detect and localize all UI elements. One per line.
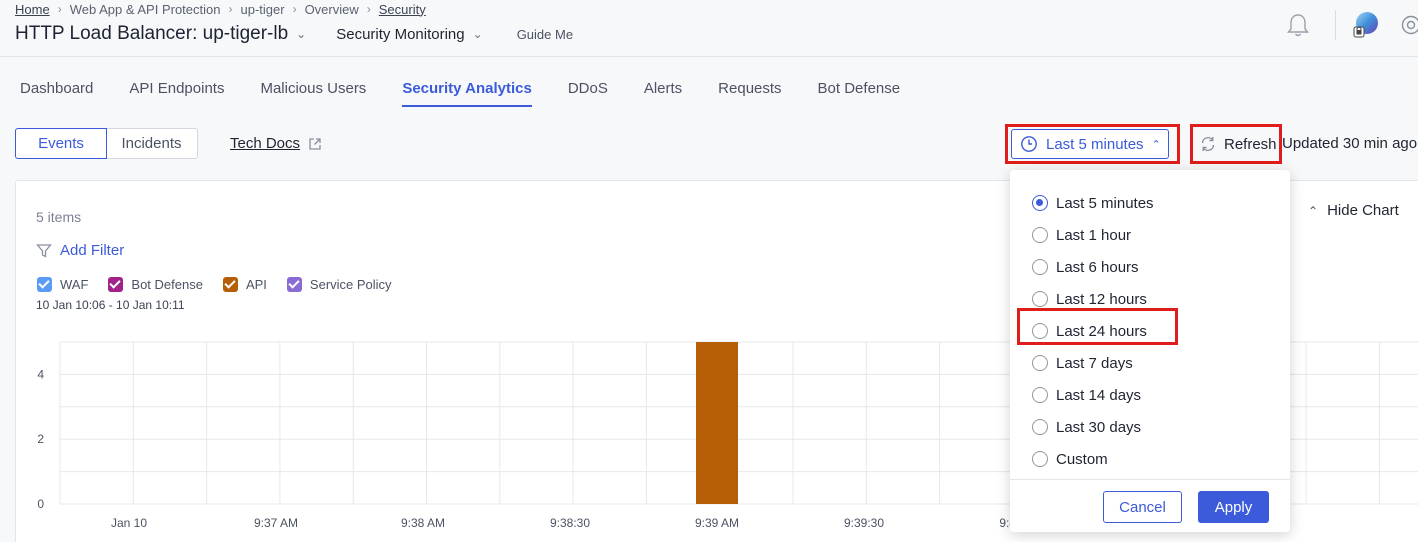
chevron-right-icon: › bbox=[292, 2, 297, 16]
x-tick-label: 9:38:30 bbox=[550, 516, 590, 530]
y-tick-label: 4 bbox=[37, 367, 44, 381]
chevron-right-icon: › bbox=[228, 2, 233, 16]
y-tick-label: 0 bbox=[37, 497, 44, 511]
time-range-menu: Last 5 minutes Last 1 hour Last 6 hours … bbox=[1010, 170, 1290, 532]
radio bbox=[1032, 291, 1048, 307]
highlight-box bbox=[1017, 308, 1178, 345]
waf-checkbox[interactable] bbox=[37, 277, 52, 292]
apply-button[interactable]: Apply bbox=[1198, 491, 1269, 523]
divider bbox=[1335, 10, 1336, 40]
api-checkbox[interactable] bbox=[222, 277, 238, 292]
cancel-button[interactable]: Cancel bbox=[1103, 491, 1182, 523]
option-last-30-days[interactable]: Last 30 days bbox=[1032, 411, 1154, 443]
option-label: Last 14 days bbox=[1056, 386, 1142, 404]
legend-item-bot-defense[interactable]: Bot Defense bbox=[108, 277, 203, 292]
option-label: Last 1 hour bbox=[1056, 226, 1132, 244]
option-label: Last 7 days bbox=[1056, 354, 1133, 372]
legend-label: WAF bbox=[60, 277, 89, 292]
avatar[interactable] bbox=[1350, 10, 1380, 40]
chevron-right-icon: › bbox=[57, 2, 62, 16]
bar-api bbox=[696, 342, 738, 504]
time-range-text: 10 Jan 10:06 - 10 Jan 10:11 bbox=[36, 298, 185, 312]
page-title: HTTP Load Balancer: up-tiger-lb bbox=[15, 23, 289, 44]
option-label: Last 12 hours bbox=[1056, 290, 1147, 308]
radio bbox=[1032, 419, 1048, 435]
option-custom[interactable]: Custom bbox=[1032, 443, 1154, 475]
module-select[interactable]: Security Monitoring ⌄ bbox=[336, 26, 482, 43]
service-policy-checkbox[interactable] bbox=[286, 277, 302, 292]
incidents-toggle[interactable]: Incidents bbox=[106, 129, 197, 158]
chart-legend: WAF Bot Defense API Service Policy bbox=[37, 277, 412, 292]
menu-divider bbox=[1010, 479, 1290, 480]
option-label: Last 5 minutes bbox=[1056, 194, 1154, 212]
legend-label: Bot Defense bbox=[131, 277, 203, 292]
module-select-label: Security Monitoring bbox=[336, 25, 465, 43]
bot-defense-checkbox[interactable] bbox=[108, 277, 124, 292]
radio bbox=[1032, 451, 1048, 467]
tab-api-endpoints[interactable]: API Endpoints bbox=[129, 80, 224, 102]
tech-docs-label: Tech Docs bbox=[230, 135, 301, 152]
tab-alerts[interactable]: Alerts bbox=[644, 80, 682, 102]
help-icon[interactable] bbox=[1400, 14, 1418, 36]
option-label: Last 30 days bbox=[1056, 418, 1142, 436]
tab-requests[interactable]: Requests bbox=[718, 80, 781, 102]
x-tick-label: Jan 10 bbox=[111, 516, 147, 530]
tab-ddos[interactable]: DDoS bbox=[568, 80, 608, 102]
legend-item-service-policy[interactable]: Service Policy bbox=[286, 277, 392, 292]
last-updated-text: Updated 30 min ago bbox=[1282, 135, 1418, 152]
view-toggle: Events Incidents bbox=[15, 128, 198, 159]
chevron-right-icon: › bbox=[366, 2, 371, 16]
legend-item-waf[interactable]: WAF bbox=[37, 277, 88, 292]
option-last-14-days[interactable]: Last 14 days bbox=[1032, 379, 1154, 411]
filter-icon bbox=[36, 243, 52, 258]
guide-me-link[interactable]: Guide Me bbox=[517, 27, 573, 42]
tab-malicious-users[interactable]: Malicious Users bbox=[260, 80, 366, 102]
option-label: Last 6 hours bbox=[1056, 258, 1139, 276]
chevron-down-icon[interactable]: ⌄ bbox=[296, 27, 306, 41]
radio bbox=[1032, 355, 1048, 371]
add-filter-button[interactable]: Add Filter bbox=[36, 242, 124, 259]
y-tick-label: 2 bbox=[37, 432, 44, 446]
radio bbox=[1032, 227, 1048, 243]
breadcrumb-namespace[interactable]: up-tiger bbox=[240, 2, 284, 17]
events-toggle[interactable]: Events bbox=[15, 128, 107, 159]
hide-chart-button[interactable]: ⌃ Hide Chart bbox=[1308, 202, 1399, 219]
option-last-1-hour[interactable]: Last 1 hour bbox=[1032, 219, 1154, 251]
bell-icon[interactable] bbox=[1283, 10, 1313, 40]
add-filter-label: Add Filter bbox=[60, 242, 125, 259]
hide-chart-label: Hide Chart bbox=[1327, 202, 1399, 219]
tab-dashboard[interactable]: Dashboard bbox=[20, 80, 93, 102]
external-link-icon bbox=[309, 137, 321, 150]
x-tick-label: 9:39:30 bbox=[844, 516, 884, 530]
option-last-5-minutes[interactable]: Last 5 minutes bbox=[1032, 187, 1154, 219]
highlight-box bbox=[1005, 124, 1180, 164]
header-divider bbox=[0, 56, 1418, 57]
radio bbox=[1032, 259, 1048, 275]
tab-bar: Dashboard API Endpoints Malicious Users … bbox=[20, 80, 936, 107]
x-tick-label: 9:37 AM bbox=[254, 516, 298, 530]
chevron-down-icon: ⌄ bbox=[472, 27, 483, 41]
highlight-box bbox=[1190, 124, 1282, 164]
radio bbox=[1032, 387, 1048, 403]
tech-docs-link[interactable]: Tech Docs bbox=[230, 135, 322, 152]
x-tick-label: 9:38 AM bbox=[401, 516, 445, 530]
breadcrumb-home[interactable]: Home bbox=[15, 2, 50, 17]
tab-bot-defense[interactable]: Bot Defense bbox=[818, 80, 901, 102]
option-last-7-days[interactable]: Last 7 days bbox=[1032, 347, 1154, 379]
option-last-6-hours[interactable]: Last 6 hours bbox=[1032, 251, 1154, 283]
chevron-up-icon: ⌃ bbox=[1308, 203, 1319, 218]
option-label: Custom bbox=[1056, 450, 1108, 468]
legend-item-api[interactable]: API bbox=[222, 277, 267, 292]
radio-selected bbox=[1032, 195, 1048, 211]
legend-label: Service Policy bbox=[309, 277, 392, 292]
breadcrumb-security[interactable]: Security bbox=[379, 2, 426, 17]
breadcrumb-overview[interactable]: Overview bbox=[305, 2, 359, 17]
items-count: 5 items bbox=[36, 209, 82, 225]
legend-label: API bbox=[245, 277, 267, 292]
tab-security-analytics[interactable]: Security Analytics bbox=[402, 80, 532, 107]
breadcrumb: Home › Web App & API Protection › up-tig… bbox=[15, 1, 426, 17]
breadcrumb-waap[interactable]: Web App & API Protection bbox=[70, 2, 221, 17]
x-tick-label: 9:39 AM bbox=[695, 516, 739, 530]
